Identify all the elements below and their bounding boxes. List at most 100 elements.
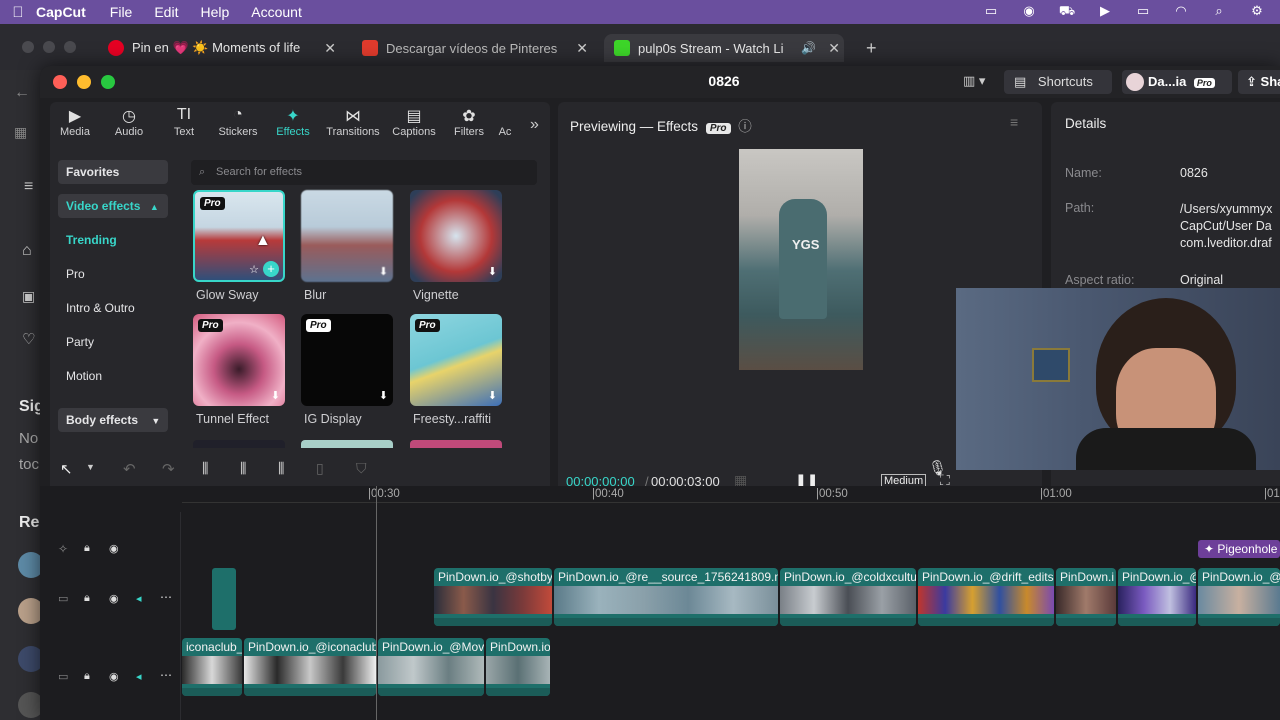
download-icon[interactable]: ⬇	[488, 389, 497, 402]
tab-captions[interactable]: ▤ Captions	[389, 106, 439, 138]
more-icon[interactable]: ⋯	[160, 590, 172, 604]
split-left-icon[interactable]: ⫼	[240, 460, 246, 477]
effect-thumbnail-ig-display[interactable]: Pro ⬇	[301, 314, 393, 406]
add-icon[interactable]: +	[263, 261, 279, 277]
effect-thumbnail-tunnel[interactable]: Pro ⬇	[193, 314, 285, 406]
undo-icon[interactable]: ↶	[123, 460, 136, 478]
tab-filters[interactable]: ✿ Filters	[444, 106, 494, 138]
category-party[interactable]: Party	[58, 330, 168, 354]
timeline-clip[interactable]: PinDown.i	[1056, 568, 1116, 626]
play-icon[interactable]: ▶	[1096, 3, 1114, 21]
audio-link-icon[interactable]: ◂	[136, 592, 142, 605]
close-icon[interactable]: ✕	[828, 40, 840, 57]
delete-icon[interactable]: ▯	[316, 460, 324, 477]
info-icon[interactable]: ⓘ	[738, 119, 752, 134]
tab-transitions[interactable]: ⋈ Transitions	[319, 106, 387, 138]
menu-icon[interactable]: ≡	[1010, 114, 1018, 130]
download-icon[interactable]: ⬇	[379, 265, 388, 278]
heart-icon[interactable]: ♡	[22, 330, 35, 348]
search-icon[interactable]: ⌕	[1210, 3, 1228, 21]
window-close-dim[interactable]	[22, 41, 34, 53]
menu-edit[interactable]: Edit	[154, 4, 178, 20]
timeline-clip[interactable]: PinDown.io_@Mov	[378, 638, 484, 696]
menu-account[interactable]: Account	[251, 4, 302, 20]
select-tool-icon[interactable]: ↖	[60, 460, 73, 478]
tab-stickers[interactable]: ◔ Stickers	[213, 106, 263, 138]
menu-help[interactable]: Help	[200, 4, 229, 20]
timeline-clip[interactable]: PinDown.io_@drift_edits	[918, 568, 1054, 626]
window-minimize-dim[interactable]	[43, 41, 55, 53]
back-icon[interactable]: ←	[14, 84, 30, 102]
split-right-icon[interactable]: ⫼	[278, 460, 284, 477]
more-tabs-icon[interactable]: »	[530, 116, 539, 134]
effect-clip[interactable]: ✦ Pigeonhole	[1198, 540, 1280, 558]
more-icon[interactable]: ⋯	[160, 668, 172, 682]
category-motion[interactable]: Motion	[58, 364, 168, 388]
download-icon[interactable]: ⬇	[379, 389, 388, 402]
menu-icon[interactable]: ≡	[24, 178, 33, 196]
timeline-clip[interactable]: PinDown.io	[486, 638, 550, 696]
category-video-effects[interactable]: Video effects ▲	[58, 194, 168, 218]
screen-mirror-icon[interactable]: ▭	[982, 3, 1000, 21]
video-preview-frame[interactable]: YGS	[739, 149, 863, 370]
window-zoom-dim[interactable]	[64, 41, 76, 53]
category-trending[interactable]: Trending	[58, 228, 168, 252]
timeline-clip[interactable]: PinDown.io_@re__source_1756241809.m	[554, 568, 778, 626]
category-intro-outro[interactable]: Intro & Outro	[58, 296, 168, 320]
tab-adjustment[interactable]: Ac	[490, 106, 520, 138]
video-icon[interactable]: ▣	[22, 288, 35, 305]
tab-text[interactable]: TI Text	[159, 106, 209, 138]
user-button[interactable]: Da...ia Pro	[1122, 70, 1232, 94]
playhead[interactable]	[376, 486, 377, 720]
split-icon[interactable]: ⫼	[202, 460, 208, 477]
close-icon[interactable]: ✕	[576, 40, 588, 57]
redo-icon[interactable]: ↷	[162, 460, 175, 478]
effect-thumbnail-freestyle-graffiti[interactable]: Pro ⬇	[410, 314, 502, 406]
lock-icon[interactable]: 🔒︎	[84, 592, 90, 605]
menu-file[interactable]: File	[110, 4, 133, 20]
lock-icon[interactable]: 🔒︎	[84, 670, 90, 683]
browser-tab-pinterest[interactable]: Pin en 💗 ☀️ Moments of life ✕	[108, 34, 336, 62]
battery-icon[interactable]: ▭	[1134, 3, 1152, 21]
search-input[interactable]: ⌕ Search for effects	[191, 160, 537, 185]
effect-thumbnail-vignette[interactable]: ⬇	[410, 190, 502, 282]
browser-tab-download[interactable]: Descargar vídeos de Pinteres ✕	[362, 34, 588, 62]
layout-icon[interactable]: ▥ ▾	[963, 73, 985, 89]
eye-icon[interactable]: ◉	[109, 592, 119, 605]
tab-audio[interactable]: ◷ Audio	[104, 106, 154, 138]
category-body-effects[interactable]: Body effects ▼	[58, 408, 168, 432]
effect-thumbnail-blur[interactable]: ⬇	[301, 190, 393, 282]
download-icon[interactable]: ⬇	[271, 389, 280, 402]
eye-icon[interactable]: ◉	[109, 670, 119, 683]
shield-icon[interactable]: ⛉	[356, 460, 367, 477]
browser-tab-stream[interactable]: pulp0s Stream - Watch Li 🔊 ✕	[604, 34, 844, 62]
speaker-icon[interactable]: 🔊	[801, 41, 816, 55]
download-icon[interactable]: ⬇	[488, 265, 497, 278]
grid-icon[interactable]: ▦	[14, 124, 27, 141]
share-button[interactable]: ⇪ Sha	[1238, 70, 1280, 94]
car-icon[interactable]: ⛟	[1058, 3, 1076, 21]
shortcuts-button[interactable]: ▤ Shortcuts	[1004, 70, 1112, 94]
favorite-star-icon[interactable]: ☆	[249, 263, 259, 276]
lock-icon[interactable]: 🔒︎	[84, 542, 90, 555]
clip-stub[interactable]	[212, 568, 236, 630]
effect-thumbnail-partial[interactable]	[410, 440, 502, 448]
eye-icon[interactable]: ◉	[109, 542, 119, 555]
effect-thumbnail-glow-sway[interactable]: Pro ☆ +	[193, 190, 285, 282]
chevron-down-icon[interactable]: ▼	[86, 462, 95, 472]
wifi-icon[interactable]: ◠	[1172, 3, 1190, 21]
category-pro[interactable]: Pro	[58, 262, 168, 286]
new-tab-icon[interactable]: +	[866, 38, 877, 59]
control-center-icon[interactable]: ⚙	[1248, 3, 1266, 21]
timeline-clip[interactable]: iconaclub_1	[182, 638, 242, 696]
close-icon[interactable]: ✕	[324, 40, 336, 57]
vpn-icon[interactable]: ◉	[1020, 3, 1038, 21]
effect-thumbnail-partial[interactable]	[301, 440, 393, 448]
microphone-icon[interactable]: 🎙	[928, 459, 947, 477]
category-favorites[interactable]: Favorites	[58, 160, 168, 184]
timeline-clip[interactable]: PinDown.io_@coldxcultu	[780, 568, 916, 626]
audio-link-icon[interactable]: ◂	[136, 670, 142, 683]
timeline-clip[interactable]: PinDown.io_@	[1198, 568, 1280, 626]
timeline-clip[interactable]: PinDown.io_@	[1118, 568, 1196, 626]
home-icon[interactable]: ⌂	[22, 242, 32, 260]
